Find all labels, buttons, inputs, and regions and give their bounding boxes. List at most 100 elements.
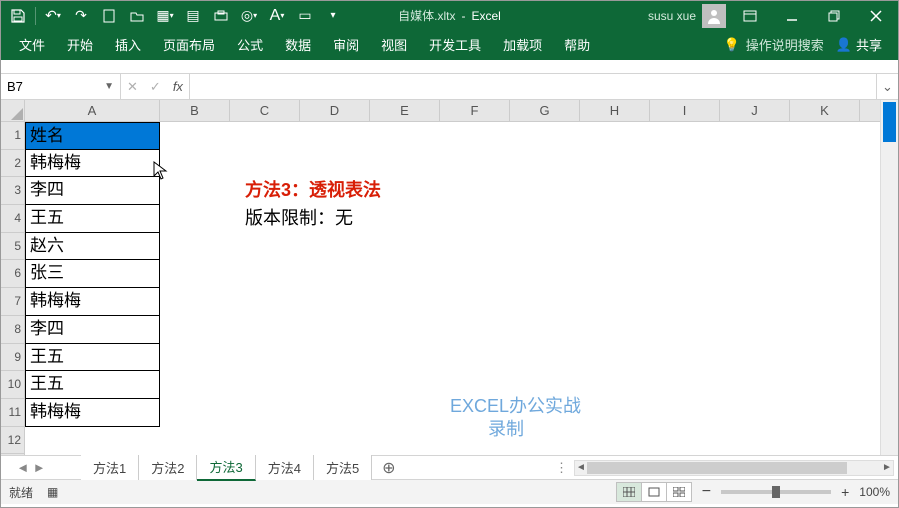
column-header[interactable]: K [790,100,860,121]
column-header[interactable]: C [230,100,300,121]
user-name: susu xue [648,9,696,23]
zoom-out-button[interactable]: − [702,483,711,501]
tab-help[interactable]: 帮助 [554,29,600,60]
tab-insert[interactable]: 插入 [105,29,151,60]
share-button[interactable]: 👤 共享 [836,35,882,54]
tab-data[interactable]: 数据 [275,29,321,60]
cell-grid[interactable]: 姓名 韩梅梅 李四 王五 赵六 张三 韩梅梅 李四 王五 王五 韩梅梅 方法3：… [25,122,880,455]
tab-layout[interactable]: 页面布局 [153,29,225,60]
tab-developer[interactable]: 开发工具 [419,29,491,60]
cancel-icon[interactable]: ✕ [127,79,138,95]
sheet-tab[interactable]: 方法2 [139,455,197,480]
qat-icon[interactable]: ▦▾ [152,3,178,29]
select-all-corner[interactable] [1,100,25,122]
open-icon[interactable] [124,3,150,29]
qat-icon[interactable]: ◎▾ [236,3,262,29]
qat-icon[interactable]: A▾ [264,3,290,29]
undo-icon[interactable]: ↶▾ [40,3,66,29]
column-header[interactable]: G [510,100,580,121]
tab-file[interactable]: 文件 [9,29,55,60]
user-avatar[interactable] [702,4,726,28]
sheet-tab-active[interactable]: 方法3 [197,454,255,481]
column-header[interactable]: E [370,100,440,121]
horizontal-scrollbar[interactable]: ◄ ► [574,460,894,476]
minimize-icon[interactable] [774,3,810,29]
column-header[interactable]: J [720,100,790,121]
normal-view-button[interactable] [616,482,642,502]
row-header[interactable]: 5 [1,233,24,261]
sheet-nav-arrows[interactable]: ◄ ► [1,460,61,475]
row-header[interactable]: 3 [1,177,24,205]
vertical-scrollbar[interactable] [880,100,898,455]
column-header[interactable]: I [650,100,720,121]
enter-icon[interactable]: ✓ [150,79,161,95]
qat-icon[interactable] [208,3,234,29]
column-header[interactable]: A [25,100,160,121]
row-header[interactable]: 2 [1,150,24,178]
cell[interactable]: 张三 [25,260,160,288]
cell[interactable]: 王五 [25,371,160,399]
save-icon[interactable] [5,3,31,29]
scrollbar-thumb[interactable] [587,462,847,474]
row-header[interactable]: 7 [1,288,24,316]
expand-formula-bar-icon[interactable]: ⌄ [876,74,898,99]
sheet-tab[interactable]: 方法4 [256,455,314,480]
qat-icon[interactable]: ▤ [180,3,206,29]
new-sheet-button[interactable]: ⊕ [372,458,405,478]
row-header[interactable]: 12 [1,427,24,455]
zoom-in-button[interactable]: + [841,484,849,500]
fx-icon[interactable]: fx [173,79,183,94]
ribbon-options-icon[interactable] [732,3,768,29]
column-header[interactable]: F [440,100,510,121]
macro-record-icon[interactable]: ▦ [47,485,58,499]
quick-access-toolbar: ↶▾ ↷ ▦▾ ▤ ◎▾ A▾ ▭ ▾ [1,3,346,29]
qat-more-icon[interactable]: ▾ [320,3,346,29]
sheet-tab[interactable]: 方法5 [314,455,372,480]
name-box[interactable]: B7 ▼ [1,74,121,100]
chevron-down-icon[interactable]: ▼ [104,81,114,92]
row-header[interactable]: 11 [1,399,24,427]
sheet-tab[interactable]: 方法1 [81,455,139,480]
zoom-slider[interactable] [721,490,831,494]
scroll-right-icon[interactable]: ► [881,461,893,475]
tab-addins[interactable]: 加载项 [493,29,552,60]
column-header[interactable]: H [580,100,650,121]
page-layout-view-button[interactable] [641,482,667,502]
zoom-level[interactable]: 100% [859,485,890,499]
row-header[interactable]: 4 [1,205,24,233]
column-header[interactable]: B [160,100,230,121]
tell-me-search[interactable]: 💡 操作说明搜索 [724,35,824,54]
cell[interactable]: 韩梅梅 [25,150,160,178]
qat-icon[interactable]: ▭ [292,3,318,29]
page-break-view-button[interactable] [666,482,692,502]
tab-review[interactable]: 审阅 [323,29,369,60]
cell[interactable]: 韩梅梅 [25,399,160,427]
row-header[interactable]: 9 [1,344,24,372]
scroll-left-icon[interactable]: ◄ [575,461,587,475]
row-header[interactable]: 10 [1,371,24,399]
tab-formulas[interactable]: 公式 [227,29,273,60]
sheet-tab-bar: ◄ ► 方法1 方法2 方法3 方法4 方法5 ⊕ ⋮ ◄ ► [1,455,898,479]
cell[interactable]: 李四 [25,177,160,205]
worksheet-area: A B C D E F G H I J K 1 2 3 4 5 6 7 8 9 … [1,100,898,455]
row-header[interactable]: 1 [1,122,24,150]
cell[interactable]: 王五 [25,205,160,233]
zoom-slider-thumb[interactable] [772,486,780,498]
row-header[interactable]: 8 [1,316,24,344]
tab-home[interactable]: 开始 [57,29,103,60]
formula-input[interactable] [190,74,876,99]
cell[interactable]: 赵六 [25,233,160,261]
row-header[interactable]: 6 [1,260,24,288]
cell[interactable]: 韩梅梅 [25,288,160,316]
watermark-text: 录制 [488,415,524,441]
restore-icon[interactable] [816,3,852,29]
close-icon[interactable] [858,3,894,29]
new-icon[interactable] [96,3,122,29]
scrollbar-thumb[interactable] [883,102,896,142]
column-header[interactable]: D [300,100,370,121]
cell[interactable]: 王五 [25,344,160,372]
cell[interactable]: 李四 [25,316,160,344]
redo-icon[interactable]: ↷ [68,3,94,29]
cell-a1[interactable]: 姓名 [25,122,160,150]
tab-view[interactable]: 视图 [371,29,417,60]
